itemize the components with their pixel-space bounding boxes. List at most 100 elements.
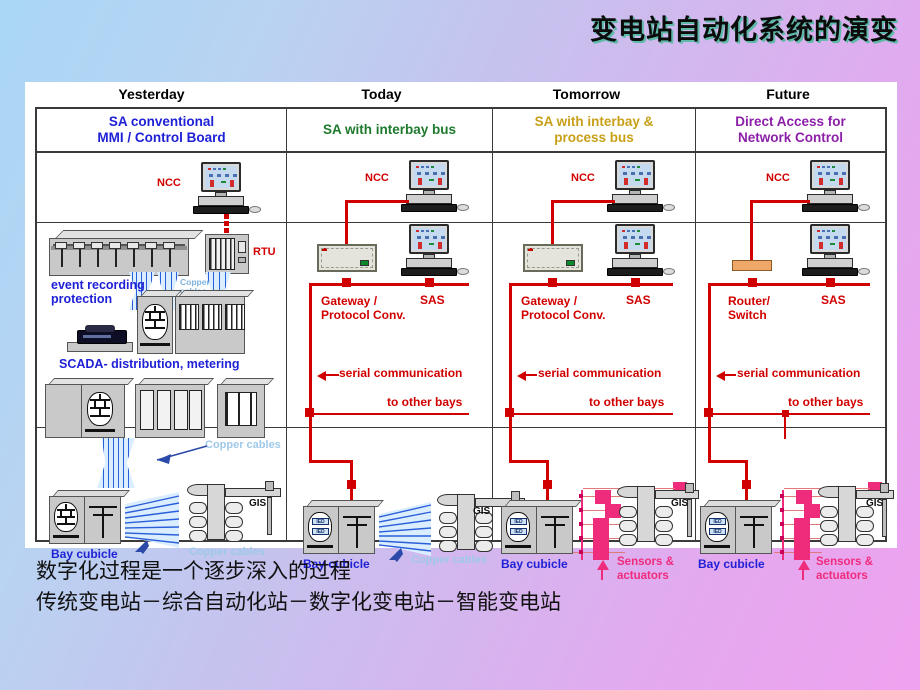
mouse-icon <box>249 206 261 213</box>
subheader-yesterday-text: SA conventional MMI / Control Board <box>97 114 226 145</box>
other-bays-line-future <box>708 413 870 415</box>
monitor-case <box>201 162 241 192</box>
relay-grid-3 <box>225 304 245 330</box>
router-switch-device <box>732 260 772 271</box>
subheader-future: Direct Access for Network Control <box>696 109 885 151</box>
label-serial-comm-tomorrow: serial communication <box>538 366 662 380</box>
ied-housing-future: IED IED <box>705 512 729 542</box>
bus-riser-tomorrow <box>509 283 512 415</box>
control-board-switches <box>53 242 183 272</box>
ied-2-future: IED <box>709 528 726 535</box>
era-header-row: Yesterday Today Tomorrow Future <box>25 82 897 107</box>
cubicle-row-2-top <box>137 378 215 385</box>
ied-2-today: IED <box>312 528 329 535</box>
bus-riser-future <box>708 283 711 415</box>
sensors-arrow-future <box>798 560 810 570</box>
ied-housing-tomorrow: IED IED <box>506 512 530 542</box>
label-sas-tomorrow: SAS <box>626 293 651 307</box>
label-sas-today: SAS <box>420 293 445 307</box>
serial-comm-arrow-today <box>317 371 326 381</box>
column-today: NCC Gateway / Protocol Conv. SAS serial … <box>287 152 525 571</box>
bottom-line-1: 数字化过程是一个逐步深入的过程 <box>36 560 351 583</box>
panel-base-bar-2 <box>85 429 115 432</box>
column-future: NCC Router/ Switch SAS serial communicat… <box>696 152 894 582</box>
interbay-bus-today <box>309 283 469 286</box>
subheader-yesterday: SA conventional MMI / Control Board <box>37 109 286 151</box>
gateway-device-tomorrow <box>523 244 583 272</box>
label-bay-cubicle-future: Bay cubicle <box>698 557 765 571</box>
cubicle-row-1-top <box>47 378 135 385</box>
ied-2-tomorrow: IED <box>510 528 527 535</box>
ied-1-tomorrow: IED <box>510 518 527 525</box>
station-bus-future <box>708 283 870 286</box>
label-gateway-today: Gateway / Protocol Conv. <box>321 294 406 323</box>
label-gis-tomorrow: GIS <box>671 498 689 509</box>
era-header-yesterday: Yesterday <box>118 86 185 102</box>
serial-comm-arrow-tomorrow <box>517 371 526 381</box>
keyboard-icon <box>193 206 249 214</box>
bus-riser-today <box>309 283 312 415</box>
ied-housing-today: IED IED <box>308 512 332 542</box>
ncc-bus-today <box>347 200 409 203</box>
copper-bundle-main <box>97 438 135 488</box>
ied-1-future: IED <box>709 518 726 525</box>
scada-panel-2-top <box>177 290 255 297</box>
monitor-screen <box>205 166 237 188</box>
subheader-future-text: Direct Access for Network Control <box>735 114 846 145</box>
era-header-today: Today <box>361 86 402 102</box>
relay-grid-1 <box>179 304 199 330</box>
label-ncc-tomorrow: NCC <box>571 172 595 184</box>
printer-icon <box>67 322 137 354</box>
bottom-text-block: 数字化过程是一个逐步深入的过程 传统变电站－综合自动化站－数字化变电站－智能变电… <box>36 556 561 618</box>
transformer-symbol-1 <box>142 304 168 340</box>
diagram-panel: Yesterday Today Tomorrow Future SA conve… <box>25 82 897 582</box>
interbay-bus-tomorrow <box>509 283 673 286</box>
label-serial-comm-today: serial communication <box>339 366 463 380</box>
other-bays-line-today <box>309 413 469 415</box>
label-gis-future: GIS <box>866 498 884 509</box>
transformer-symbol-3 <box>54 502 78 532</box>
subheader-today: SA with interbay bus <box>287 109 492 151</box>
evolution-table: SA conventional MMI / Control Board SA w… <box>35 107 894 582</box>
label-other-bays-tomorrow: to other bays <box>589 395 665 409</box>
bus-node-gateway-tomorrow <box>548 278 557 287</box>
era-header-future: Future <box>766 86 810 102</box>
bus-node-sas-today <box>425 278 434 287</box>
bus-node-sas-tomorrow <box>631 278 640 287</box>
label-ncc-yesterday: NCC <box>157 177 181 189</box>
ncc-bus-future <box>752 200 810 203</box>
gis-future <box>806 482 898 552</box>
label-copper-cables-mid: Copper cables <box>205 439 281 451</box>
label-scada: SCADA- distribution, metering <box>59 357 240 371</box>
bus-node-gateway-today <box>342 278 351 287</box>
page-title: 变电站自动化系统的演变 <box>590 15 898 45</box>
serial-comm-arrow-future <box>716 371 725 381</box>
sensors-arrow-tomorrow <box>597 560 609 570</box>
label-router-future: Router/ Switch <box>728 294 770 323</box>
label-ncc-future: NCC <box>766 172 790 184</box>
label-gis-today: GIS <box>473 506 491 517</box>
ncc-bus-tomorrow <box>553 200 615 203</box>
bus-node-router-future <box>748 278 757 287</box>
ncc-bus-drop-future <box>750 200 753 262</box>
bay-drop-today <box>309 413 312 463</box>
label-gateway-tomorrow: Gateway / Protocol Conv. <box>521 294 606 323</box>
label-other-bays-future: to other bays <box>788 395 864 409</box>
other-bays-line-tomorrow <box>509 413 673 415</box>
relay-grid-2 <box>202 304 222 330</box>
ied-1-today: IED <box>312 518 329 525</box>
column-yesterday: NCC RTU Copper event recording protectio… <box>37 152 286 561</box>
copper-arrow-1 <box>156 445 208 464</box>
relay-grid-4 <box>225 392 257 426</box>
transformer-symbol-2 <box>87 392 113 426</box>
label-other-bays-today: to other bays <box>387 395 463 409</box>
panel-base-bar-1 <box>140 343 170 346</box>
label-event-recording: event recording protection <box>51 278 145 307</box>
bottom-line-2: 传统变电站－综合自动化站－数字化变电站－智能变电站 <box>36 591 561 614</box>
cubicle-row-3-top <box>219 378 275 385</box>
label-sensors-future: Sensors & actuators <box>816 556 873 582</box>
gis-tomorrow <box>605 482 705 552</box>
gateway-device-today <box>317 244 377 272</box>
label-ncc-today: NCC <box>365 172 389 184</box>
label-serial-comm-future: serial communication <box>737 366 861 380</box>
